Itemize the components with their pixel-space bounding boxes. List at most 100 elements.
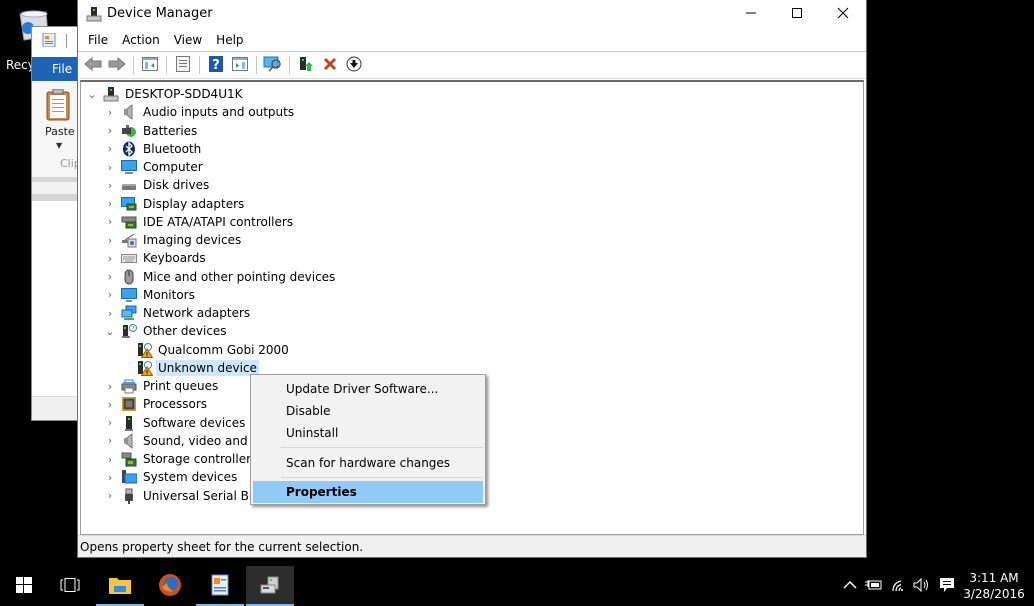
forward-button[interactable] (106, 54, 128, 76)
uninstall-button[interactable] (319, 54, 341, 76)
menu-help[interactable]: Help (209, 28, 250, 51)
tree-category[interactable]: › Bluetooth (103, 140, 203, 158)
clock[interactable]: 3:11 AM 3/28/2016 (960, 570, 1028, 602)
context-menu-scan-hardware[interactable]: Scan for hardware changes (253, 452, 483, 474)
paste-dropdown-arrow-icon[interactable]: ▼ (56, 141, 62, 150)
taskbar: 3:11 AM 3/28/2016 (0, 566, 1034, 606)
help-button[interactable]: ? (205, 54, 227, 76)
title-bar[interactable]: Device Manager (78, 0, 866, 28)
context-menu-properties[interactable]: Properties (253, 481, 483, 503)
maximize-button[interactable] (774, 0, 820, 28)
close-button[interactable] (820, 0, 866, 28)
tree-category[interactable]: › Monitors (103, 286, 197, 304)
tree-category[interactable]: › Mice and other pointing devices (103, 268, 337, 286)
context-menu-separator (281, 477, 483, 478)
tree-category[interactable]: › Disk drives (103, 176, 211, 194)
tree-category[interactable]: › System devices (103, 468, 239, 486)
volume-tray-button[interactable] (910, 566, 934, 606)
tree-device[interactable]: Qualcomm Gobi 2000 (137, 341, 291, 359)
tree-category-label: Other devices (143, 324, 227, 339)
show-hide-console-tree-button[interactable] (139, 54, 161, 76)
expand-chevron-icon[interactable]: › (103, 195, 117, 213)
collapse-chevron-icon[interactable]: ⌄ (85, 85, 99, 103)
tree-category[interactable]: › Print queues (103, 377, 220, 395)
tree-category[interactable]: › Imaging devices (103, 231, 243, 249)
usb-icon (121, 488, 137, 504)
paste-icon[interactable] (46, 88, 70, 124)
expand-chevron-icon[interactable]: › (103, 304, 117, 322)
svg-text:?: ? (131, 326, 134, 333)
task-view-button[interactable] (46, 566, 94, 606)
context-menu-update-driver[interactable]: Update Driver Software... (253, 378, 483, 400)
menu-view[interactable]: View (167, 28, 209, 51)
tree-root[interactable]: ⌄ DESKTOP-SDD4U1K (85, 85, 244, 103)
window-title: Device Manager (107, 6, 213, 21)
tree-category[interactable]: › Audio inputs and outputs (103, 103, 296, 121)
paste-button-label[interactable]: Paste (45, 125, 75, 138)
wordpad-file-tab[interactable]: File (32, 57, 80, 81)
context-menu-separator (281, 447, 483, 448)
properties-button[interactable] (172, 54, 194, 76)
wordpad-icon (210, 574, 230, 599)
network-adapter-icon (121, 305, 137, 321)
tree-category[interactable]: › Keyboards (103, 249, 208, 267)
tree-category[interactable]: › Network adapters (103, 304, 252, 322)
start-button[interactable] (0, 566, 48, 606)
taskbar-file-explorer[interactable] (96, 566, 144, 606)
taskbar-wordpad[interactable] (196, 566, 244, 606)
expand-chevron-icon[interactable]: › (103, 249, 117, 267)
menu-file[interactable]: File (81, 28, 115, 51)
taskbar-firefox[interactable] (146, 566, 194, 606)
expand-chevron-icon[interactable]: › (103, 122, 117, 140)
expand-chevron-icon[interactable]: › (103, 468, 117, 486)
context-menu-disable[interactable]: Disable (253, 400, 483, 422)
expand-chevron-icon[interactable]: › (103, 487, 117, 505)
taskbar-device-manager[interactable] (246, 566, 294, 606)
tree-category[interactable]: ⌄? Other devices (103, 322, 229, 340)
update-driver-button[interactable] (295, 54, 317, 76)
expand-chevron-icon[interactable]: › (103, 158, 117, 176)
tree-category-label: Imaging devices (143, 233, 242, 247)
battery-tray-button[interactable] (862, 566, 884, 606)
expand-chevron-icon[interactable]: › (103, 213, 117, 231)
tree-category[interactable]: › IDE ATA/ATAPI controllers (103, 213, 295, 231)
scan-hardware-button[interactable] (262, 54, 284, 76)
notification-icon (939, 577, 955, 596)
maximize-icon (791, 7, 803, 22)
back-button[interactable] (82, 54, 104, 76)
tree-category-label: Monitors (143, 287, 195, 302)
expand-chevron-icon[interactable]: › (103, 450, 117, 468)
tree-category[interactable]: › Storage controllers (103, 450, 259, 468)
expand-chevron-icon[interactable]: › (103, 140, 117, 158)
tree-category[interactable]: › Software devices (103, 414, 247, 432)
expand-chevron-icon[interactable]: › (103, 268, 117, 286)
expand-chevron-icon[interactable]: › (103, 103, 117, 121)
tree-category-label: Disk drives (143, 178, 210, 193)
expand-chevron-icon[interactable]: › (103, 231, 117, 249)
tree-category[interactable]: › Computer (103, 158, 205, 176)
expand-chevron-icon[interactable]: › (103, 414, 117, 432)
expand-chevron-icon[interactable]: › (103, 432, 117, 450)
menu-action[interactable]: Action (115, 28, 167, 51)
expand-chevron-icon[interactable]: › (103, 176, 117, 194)
expand-chevron-icon[interactable]: › (103, 286, 117, 304)
speaker-icon (121, 104, 137, 121)
svg-text:?: ? (212, 58, 220, 72)
disable-device-button[interactable] (343, 54, 365, 76)
action-center-button[interactable] (934, 566, 960, 606)
tree-category[interactable]: › Processors (103, 395, 209, 413)
tree-category[interactable]: › Display adapters (103, 195, 246, 213)
expand-chevron-icon[interactable]: › (103, 377, 117, 395)
expand-chevron-icon[interactable]: › (103, 395, 117, 413)
tree-category-label: IDE ATA/ATAPI controllers (143, 214, 294, 229)
minimize-button[interactable] (728, 0, 774, 28)
show-hidden-icons-button[interactable] (840, 566, 860, 606)
camera-icon (121, 232, 137, 248)
context-menu-uninstall[interactable]: Uninstall (253, 422, 483, 444)
collapse-chevron-icon[interactable]: ⌄ (103, 322, 117, 340)
disk-drive-icon (121, 177, 137, 193)
show-action-pane-button[interactable] (229, 54, 251, 76)
tree-category[interactable]: › Batteries (103, 122, 199, 140)
network-tray-button[interactable] (888, 566, 910, 606)
tree-device[interactable]: Unknown device (137, 359, 259, 377)
